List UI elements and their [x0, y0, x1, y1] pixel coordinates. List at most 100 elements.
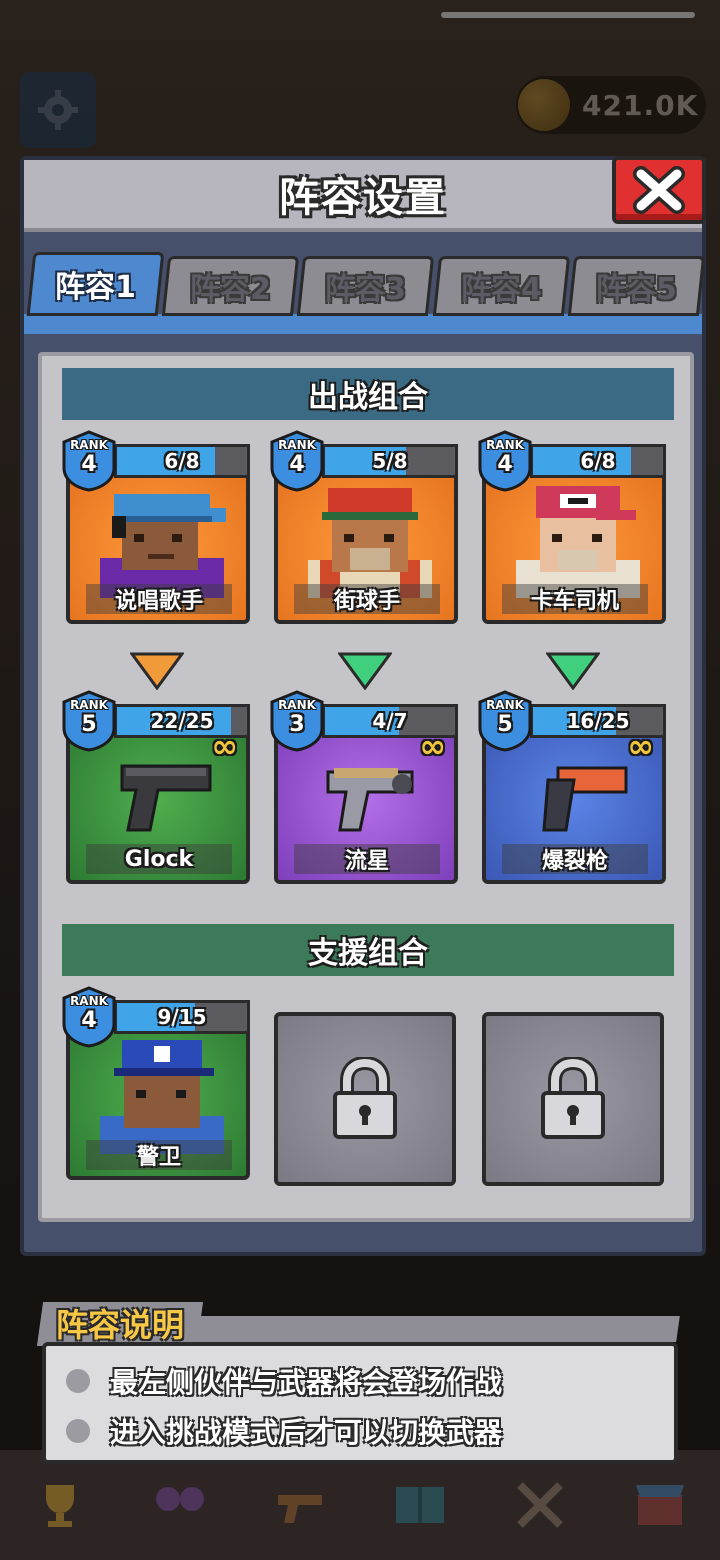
info-text: 最左侧伙伴与武器将会登场作战	[110, 1366, 503, 1399]
card-progress-bar: 22/25	[114, 704, 250, 738]
flare-gun-icon	[542, 766, 628, 832]
close-icon	[633, 166, 685, 214]
battle-section-title: 出战组合	[308, 380, 428, 415]
rank-badge: RANK 3	[270, 690, 324, 752]
bullet-icon	[66, 1419, 90, 1443]
tab-label: 阵容4	[460, 272, 542, 307]
card-progress-bar: 16/25	[530, 704, 666, 738]
tab-label: 阵容2	[190, 272, 272, 307]
companion-card-trucker[interactable]: 卡车司机 6/8 RANK 4	[478, 430, 666, 624]
arrow-down-icon	[130, 652, 184, 690]
team-icon	[156, 1487, 204, 1511]
rank-number: 5	[81, 712, 97, 737]
progress-text: 9/15	[157, 1005, 207, 1029]
nav-book	[374, 1463, 466, 1547]
info-text: 进入挑战模式后才可以切换武器	[110, 1416, 503, 1449]
companion-name: 街球手	[294, 584, 440, 614]
info-line: 最左侧伙伴与武器将会登场作战	[66, 1356, 654, 1406]
info-box: 最左侧伙伴与武器将会登场作战 进入挑战模式后才可以切换武器	[42, 1342, 678, 1464]
weapon-name: 流星	[294, 844, 440, 874]
revolver-icon	[326, 768, 414, 832]
gun-icon	[278, 1495, 322, 1523]
tab-lineup-4[interactable]: 阵容4	[432, 256, 570, 316]
info-header-bar	[188, 1316, 680, 1342]
locked-support-slot-3[interactable]	[482, 1012, 664, 1186]
tab-lineup-5[interactable]: 阵容5	[567, 256, 706, 316]
companion-card-rapper[interactable]: 说唱歌手 6/8 RANK 4	[62, 430, 250, 624]
info-line: 进入挑战模式后才可以切换武器	[66, 1406, 654, 1456]
info-title: 阵容说明	[56, 1306, 185, 1344]
crossed-swords-icon	[517, 1482, 563, 1528]
weapon-card-flare-gun[interactable]: ∞ 爆裂枪 16/25 RANK 5	[478, 690, 666, 884]
tab-underline	[24, 314, 702, 334]
progress-text: 6/8	[580, 449, 616, 473]
card-progress-bar: 5/8	[322, 444, 458, 478]
progress-text: 4/7	[372, 709, 408, 733]
rank-number: 4	[81, 452, 97, 477]
modal-header: 阵容设置	[24, 160, 702, 232]
companion-card-streetballer[interactable]: 街球手 5/8 RANK 4	[270, 430, 458, 624]
progress-text: 22/25	[150, 709, 214, 733]
rank-label: RANK	[70, 994, 108, 1008]
lineup-modal: 阵容设置 阵容1 阵容2 阵容3 阵容4 阵容5 出战组合 说唱歌手 6/8 R…	[20, 156, 706, 1256]
rank-badge: RANK 5	[62, 690, 116, 752]
card-progress-bar: 4/7	[322, 704, 458, 738]
weapon-card-meteor[interactable]: ∞ 流星 4/7 RANK 3	[270, 690, 458, 884]
tab-label: 阵容5	[595, 272, 677, 307]
support-card-guard[interactable]: 警卫 9/15 RANK 4	[62, 986, 250, 1180]
rank-number: 4	[81, 1008, 97, 1033]
lineup-panel: 出战组合 说唱歌手 6/8 RANK 4 街球手 5/8 RANK 4 卡车司机…	[38, 352, 694, 1222]
lock-icon	[541, 1057, 605, 1139]
rank-label: RANK	[278, 438, 316, 452]
rank-label: RANK	[70, 698, 108, 712]
rank-badge: RANK 4	[62, 986, 116, 1048]
rank-badge: RANK 5	[478, 690, 532, 752]
rank-badge: RANK 4	[270, 430, 324, 492]
tab-lineup-3[interactable]: 阵容3	[297, 256, 435, 316]
rank-label: RANK	[70, 438, 108, 452]
rank-label: RANK	[278, 698, 316, 712]
arrow-down-icon	[338, 652, 392, 690]
rank-number: 4	[289, 452, 305, 477]
card-progress-bar: 9/15	[114, 1000, 250, 1034]
lineup-tabs: 阵容1 阵容2 阵容3 阵容4 阵容5	[26, 252, 706, 316]
weapon-name: 爆裂枪	[502, 844, 648, 874]
tab-label: 阵容1	[55, 270, 137, 305]
tab-lineup-2[interactable]: 阵容2	[162, 256, 300, 316]
companion-name: 说唱歌手	[86, 584, 232, 614]
rank-badge: RANK 4	[62, 430, 116, 492]
nav-team	[134, 1463, 226, 1547]
tab-lineup-1[interactable]: 阵容1	[26, 252, 165, 316]
nav-shop	[614, 1463, 706, 1547]
locked-support-slot-2[interactable]	[274, 1012, 456, 1186]
progress-text: 6/8	[164, 449, 200, 473]
support-section-header: 支援组合	[62, 924, 674, 976]
modal-title: 阵容设置	[279, 175, 447, 221]
rank-badge: RANK 4	[478, 430, 532, 492]
trophy-icon	[46, 1485, 74, 1527]
shop-icon	[636, 1485, 684, 1525]
rank-label: RANK	[486, 698, 524, 712]
rank-number: 4	[497, 452, 513, 477]
rank-number: 3	[289, 712, 305, 737]
battle-section-header: 出战组合	[62, 368, 674, 420]
tab-label: 阵容3	[325, 272, 407, 307]
support-section-title: 支援组合	[308, 936, 428, 971]
nav-weapons	[254, 1463, 346, 1547]
arrow-down-icon	[546, 652, 600, 690]
nav-trophy	[14, 1463, 106, 1547]
weapon-card-glock[interactable]: ∞ Glock 22/25 RANK 5	[62, 690, 250, 884]
progress-text: 5/8	[372, 449, 408, 473]
card-progress-bar: 6/8	[530, 444, 666, 478]
rank-label: RANK	[486, 438, 524, 452]
close-button[interactable]	[612, 156, 706, 224]
book-icon	[396, 1487, 444, 1523]
nav-battle	[494, 1463, 586, 1547]
card-progress-bar: 6/8	[114, 444, 250, 478]
companion-name: 卡车司机	[502, 584, 648, 614]
progress-text: 16/25	[566, 709, 630, 733]
bullet-icon	[66, 1369, 90, 1393]
support-name: 警卫	[86, 1140, 232, 1170]
rank-number: 5	[497, 712, 513, 737]
bottom-nav	[0, 1450, 720, 1560]
